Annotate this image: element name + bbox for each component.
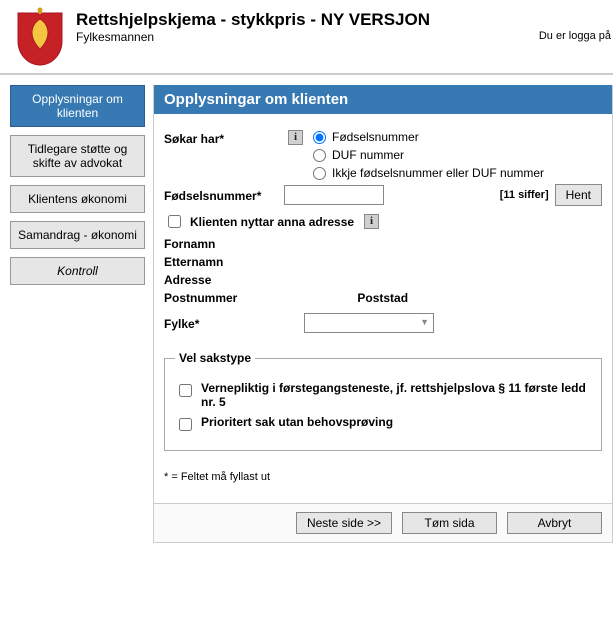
case-opt1-label: Vernepliktig i førstegangsteneste, jf. r… xyxy=(201,381,591,409)
app-subtitle: Fylkesmannen xyxy=(76,30,613,44)
fodselsnummer-input[interactable] xyxy=(284,185,384,205)
sidebar-step-previous-support[interactable]: Tidlegare støtte og skifte av advokat xyxy=(10,135,145,177)
sidebar-nav: Opplysningar om klienten Tidlegare støtt… xyxy=(10,85,145,293)
section-title: Opplysningar om klienten xyxy=(154,85,612,114)
case-type-group: Vel sakstype Vernepliktig i førstegangst… xyxy=(164,351,602,451)
cancel-button[interactable]: Avbryt xyxy=(507,512,602,534)
fetch-button[interactable]: Hent xyxy=(555,184,602,206)
main-panel: Opplysningar om klienten Søkar har i Fød… xyxy=(153,85,613,543)
radio-duf-label: DUF nummer xyxy=(313,148,544,162)
sidebar-step-summary[interactable]: Samandrag - økonomi xyxy=(10,221,145,249)
crest-icon xyxy=(10,4,70,69)
clear-button[interactable]: Tøm sida xyxy=(402,512,497,534)
case-opt1-checkbox[interactable] xyxy=(179,384,192,397)
radio-duf[interactable] xyxy=(313,149,326,162)
case-type-legend: Vel sakstype xyxy=(175,351,255,365)
case-opt2-checkbox[interactable] xyxy=(179,418,192,431)
fylke-label: Fylke xyxy=(164,315,284,331)
fylke-select[interactable] xyxy=(304,313,434,333)
radio-none-label: Ikkje fødselsnummer eller DUF nummer xyxy=(313,166,544,180)
seeker-has-label: Søkar har xyxy=(164,130,284,146)
button-bar: Neste side >> Tøm sida Avbryt xyxy=(154,503,612,542)
info-icon[interactable]: i xyxy=(288,130,303,145)
sidebar-step-client-economy[interactable]: Klientens økonomi xyxy=(10,185,145,213)
case-opt2-label: Prioritert sak utan behovsprøving xyxy=(201,415,393,429)
header-separator xyxy=(0,73,613,75)
first-name-label: Fornamn xyxy=(164,237,602,251)
app-title: Rettshjelpskjema - stykkpris - NY VERSJO… xyxy=(76,10,613,30)
sidebar-step-client-info[interactable]: Opplysningar om klienten xyxy=(10,85,145,127)
radio-fodselsnummer-label: Fødselsnummer xyxy=(313,130,544,144)
required-footnote: * = Feltet må fyllast ut xyxy=(164,471,602,483)
poststad-label: Poststad xyxy=(357,291,408,305)
info-icon[interactable]: i xyxy=(364,214,379,229)
next-button[interactable]: Neste side >> xyxy=(296,512,392,534)
radio-none[interactable] xyxy=(313,167,326,180)
login-status: Du er logga på xyxy=(539,30,611,42)
app-header: Rettshjelpskjema - stykkpris - NY VERSJO… xyxy=(0,0,613,69)
address-label: Adresse xyxy=(164,273,602,287)
radio-fodselsnummer[interactable] xyxy=(313,131,326,144)
postnummer-label: Postnummer xyxy=(164,291,237,305)
fodselsnummer-label: Fødselsnummer xyxy=(164,187,284,203)
sidebar-step-control[interactable]: Kontroll xyxy=(10,257,145,285)
fodselsnummer-hint: [11 siffer] xyxy=(500,189,549,201)
alt-address-checkbox[interactable] xyxy=(168,215,181,228)
alt-address-label: Klienten nyttar anna adresse xyxy=(190,215,354,229)
last-name-label: Etternamn xyxy=(164,255,602,269)
